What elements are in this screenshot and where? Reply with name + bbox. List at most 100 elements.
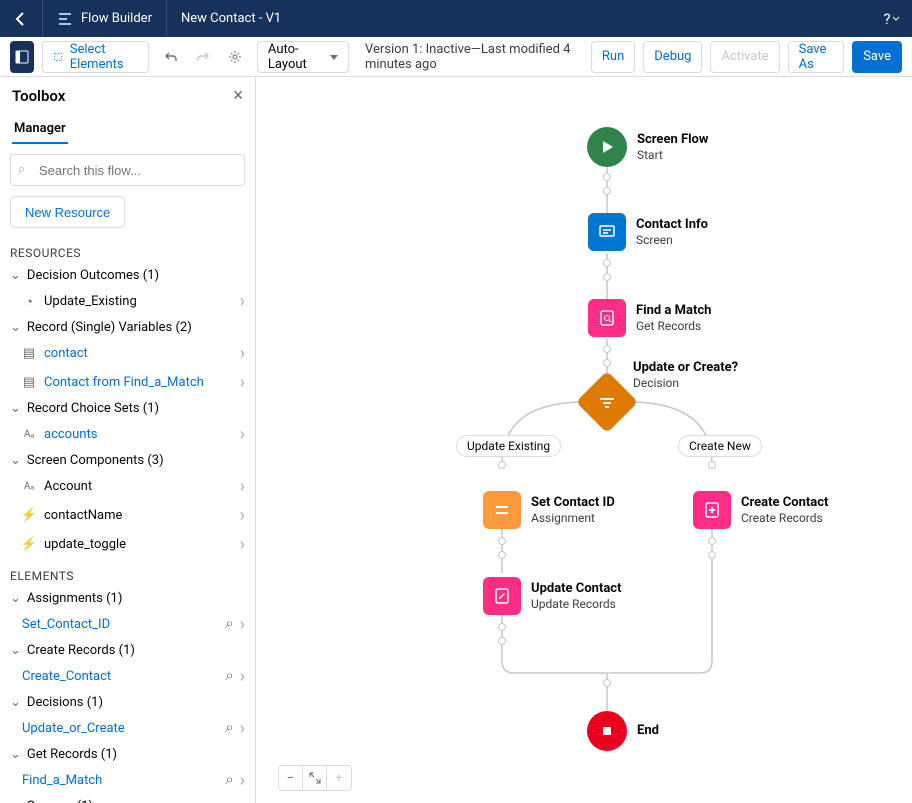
connector-dot[interactable] [708, 551, 716, 559]
item-contact[interactable]: ▤contact [0, 339, 255, 368]
save-as-button[interactable]: Save As [788, 41, 845, 73]
node-set-contact-id[interactable]: Set Contact IDAssignment [483, 491, 615, 529]
zoom-fit-button[interactable] [303, 766, 327, 790]
item-contact-from-find[interactable]: ▤Contact from Find_a_Match [0, 368, 255, 397]
group-create-records[interactable]: ⌄Create Records (1) [0, 639, 255, 662]
connector-dot[interactable] [603, 259, 611, 267]
node-end[interactable]: End [587, 711, 659, 751]
connector-dot[interactable] [603, 273, 611, 281]
connector-dot[interactable] [603, 359, 611, 367]
toolbox-title: Toolbox [12, 87, 65, 105]
node-create-contact[interactable]: Create ContactCreate Records [693, 491, 828, 529]
undo-button[interactable] [157, 43, 185, 71]
connector-dot[interactable] [603, 173, 611, 181]
item-contact-name[interactable]: ⚡contactName [0, 501, 255, 530]
group-screens[interactable]: ⌄Screens (1) [0, 795, 255, 803]
settings-button[interactable] [221, 43, 249, 71]
group-record-choice[interactable]: ⌄Record Choice Sets (1) [0, 397, 255, 420]
update-records-icon [483, 577, 521, 615]
plus-icon: + [335, 771, 342, 786]
arrow-left-icon [13, 11, 29, 27]
item-accounts[interactable]: Aₐaccounts [0, 420, 255, 449]
redo-button[interactable] [189, 43, 217, 71]
minus-icon: − [287, 771, 294, 786]
chevron-down-icon: ⌄ [10, 591, 21, 606]
group-get-records[interactable]: ⌄Get Records (1) [0, 743, 255, 766]
new-resource-button[interactable]: New Resource [10, 196, 125, 228]
close-toolbox-button[interactable]: × [233, 87, 243, 105]
node-contact-info[interactable]: Contact InfoScreen [588, 213, 708, 251]
flow-canvas[interactable]: Screen FlowStart Contact InfoScreen Find… [256, 77, 912, 803]
save-button[interactable]: Save [852, 41, 902, 73]
record-icon: ▤ [22, 346, 36, 361]
connector-dot[interactable] [498, 637, 506, 645]
fit-icon [309, 772, 321, 784]
tab-manager[interactable]: Manager [0, 109, 255, 144]
search-icon [225, 770, 233, 791]
search-icon [225, 718, 233, 739]
select-elements-button[interactable]: Select Elements [42, 41, 148, 73]
search-icon: ⌕ [18, 162, 25, 177]
connector-dot[interactable] [603, 187, 611, 195]
item-update-existing[interactable]: ◔Update_Existing [0, 287, 255, 316]
item-account[interactable]: AₐAccount [0, 472, 255, 501]
redo-icon [196, 50, 210, 64]
chevron-down-icon: ⌄ [10, 695, 21, 710]
item-update-or-create[interactable]: Update_or_Create [0, 714, 255, 743]
item-create-contact[interactable]: Create_Contact [0, 662, 255, 691]
toolbox-toggle-button[interactable] [10, 41, 34, 73]
group-record-vars[interactable]: ⌄Record (Single) Variables (2) [0, 316, 255, 339]
back-button[interactable] [0, 0, 42, 37]
app-brand: Flow Builder [42, 0, 167, 37]
end-icon [587, 711, 627, 751]
start-icon [587, 127, 627, 167]
connector-dot[interactable] [603, 679, 611, 687]
chevron-right-icon [240, 666, 245, 687]
chevron-down-icon: ⌄ [10, 643, 21, 658]
group-decision-outcomes[interactable]: ⌄Decision Outcomes (1) [0, 264, 255, 287]
help-button[interactable]: ? [872, 10, 912, 28]
group-screen-components[interactable]: ⌄Screen Components (3) [0, 449, 255, 472]
chevron-right-icon [240, 372, 245, 393]
chevron-down-icon: ⌄ [10, 747, 21, 762]
chevron-right-icon [240, 534, 245, 555]
node-update-contact[interactable]: Update ContactUpdate Records [483, 577, 621, 615]
connector-dot[interactable] [708, 461, 716, 469]
chevron-down-icon: ⌄ [10, 799, 21, 803]
panel-icon [15, 50, 29, 64]
resources-label: RESOURCES [0, 236, 255, 264]
chevron-right-icon [240, 291, 245, 312]
elements-label: ELEMENTS [0, 559, 255, 587]
get-records-icon [588, 299, 626, 337]
connector-dot[interactable] [498, 623, 506, 631]
connector-dot[interactable] [498, 461, 506, 469]
chevron-right-icon [240, 424, 245, 445]
item-find-a-match[interactable]: Find_a_Match [0, 766, 255, 795]
search-input[interactable] [10, 154, 245, 186]
debug-button[interactable]: Debug [643, 41, 702, 73]
help-icon: ? [883, 10, 890, 28]
node-start[interactable]: Screen FlowStart [587, 127, 708, 167]
close-icon: × [233, 85, 243, 106]
branch-update-existing[interactable]: Update Existing [456, 435, 561, 457]
chevron-right-icon [240, 718, 245, 739]
branch-create-new[interactable]: Create New [678, 435, 762, 457]
group-assignments[interactable]: ⌄Assignments (1) [0, 587, 255, 610]
chevron-down-icon: ⌄ [10, 453, 21, 468]
layout-mode-select[interactable]: Auto-Layout [257, 41, 349, 73]
undo-icon [164, 50, 178, 64]
group-decisions[interactable]: ⌄Decisions (1) [0, 691, 255, 714]
run-button[interactable]: Run [591, 41, 635, 73]
connector-dot[interactable] [498, 551, 506, 559]
flow-icon [57, 11, 73, 27]
connector-dot[interactable] [603, 345, 611, 353]
text-icon: Aₐ [22, 429, 36, 440]
node-update-or-create[interactable]: Update or Create?Decision [585, 380, 629, 424]
item-update-toggle[interactable]: ⚡update_toggle [0, 530, 255, 559]
node-find-a-match[interactable]: Find a MatchGet Records [588, 299, 711, 337]
zoom-out-button[interactable]: − [279, 766, 303, 790]
connector-dot[interactable] [498, 537, 506, 545]
connector-dot[interactable] [708, 537, 716, 545]
item-set-contact-id[interactable]: Set_Contact_ID [0, 610, 255, 639]
zoom-in-button: + [327, 766, 351, 790]
